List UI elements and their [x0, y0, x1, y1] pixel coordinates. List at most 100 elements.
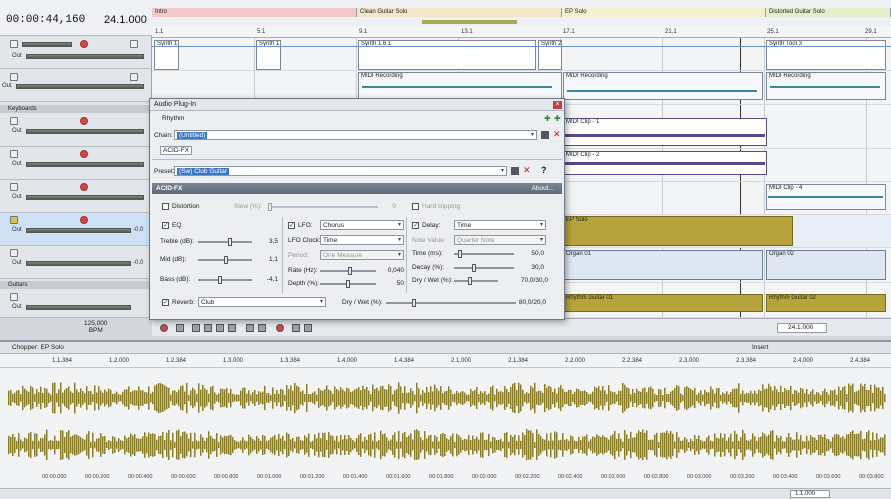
clip-audio-rhythm[interactable]: Rhythm Guitar 01 [563, 294, 763, 312]
record-arm-button[interactable] [80, 150, 88, 158]
clip-synth[interactable]: Synth 1.6.1 [358, 40, 536, 70]
lfo-select[interactable]: Chorus [320, 220, 404, 230]
group-keyboards[interactable]: Keyboards [0, 105, 150, 113]
marker-clean-guitar-solo[interactable]: Clean Guitar Solo [357, 8, 562, 17]
rate-slider[interactable] [320, 267, 376, 275]
record-arm-button[interactable] [80, 40, 88, 48]
tool-button[interactable] [304, 324, 312, 332]
chain-select[interactable]: (Untitled) [174, 130, 537, 140]
play-button[interactable] [204, 324, 212, 332]
timeline-ruler[interactable]: 1.1 5.1 9.1 13.1 17.1 21.1 25.1 29.1 [152, 26, 891, 38]
chopper-ruler[interactable]: 1.1.384 1.2.000 1.2.384 1.3.000 1.3.384 1.4.0… [0, 354, 891, 368]
record-button[interactable] [160, 324, 168, 332]
record-arm-button[interactable] [80, 216, 88, 224]
pan-fader[interactable] [26, 261, 131, 266]
reverb-select[interactable]: Club [198, 297, 326, 307]
marker-ep-solo[interactable]: EP Solo [562, 8, 766, 17]
period-select[interactable]: One Measure [320, 250, 404, 260]
depth-label: Depth (%): [288, 280, 320, 287]
note-value-select[interactable]: Quarter Note [454, 235, 546, 245]
clip-audio-rhythm[interactable]: Rhythm Guitar 02 [766, 294, 886, 312]
treble-slider[interactable] [198, 238, 252, 246]
about-button[interactable]: About... [532, 183, 554, 194]
pan-fader[interactable] [26, 54, 144, 59]
delay-select[interactable]: Time [454, 220, 546, 230]
marker-intro[interactable]: Intro [152, 8, 357, 17]
audio-plugin-dialog[interactable]: Audio Plug-In × Rhythm ✚ ✚ Chain: (Untit… [149, 98, 565, 320]
reverb-drywet-label: Dry / Wet (%): [342, 299, 383, 306]
clip-synth[interactable]: Synth 2 [538, 40, 562, 70]
track-header[interactable]: Out [0, 290, 150, 318]
track-header[interactable]: Out [0, 180, 150, 213]
lfo-clock-select[interactable]: Time [320, 235, 404, 245]
pause-button[interactable] [216, 324, 224, 332]
snap-button[interactable] [292, 324, 300, 332]
remove-chain-icon[interactable]: ✕ [553, 129, 561, 140]
track-header[interactable]: Out [0, 147, 150, 180]
track-header[interactable]: Out [0, 69, 150, 102]
play-from-start-button[interactable] [192, 324, 200, 332]
reverb-checkbox[interactable] [162, 298, 169, 306]
lfo-checkbox[interactable] [288, 221, 295, 229]
delay-drywet-slider[interactable] [454, 277, 498, 285]
tab-acid-fx[interactable]: ACID-FX [160, 146, 192, 155]
clip-audio-organ[interactable]: Organ 02 [766, 250, 886, 280]
pan-fader[interactable] [26, 305, 131, 310]
volume-fader[interactable] [22, 42, 72, 47]
clip-audio-ep-solo[interactable]: EP Solo [563, 216, 793, 246]
chain-icon[interactable]: ✚ [554, 114, 561, 123]
arm-button[interactable] [276, 324, 284, 332]
stop-button[interactable] [228, 324, 236, 332]
mute-button[interactable] [130, 40, 138, 48]
track-header-panel: Out Out Keyboards Out Out Out Out -0.0 O… [0, 36, 152, 318]
add-plugin-icon[interactable]: ✚ [544, 114, 551, 123]
track-header[interactable]: Out [0, 114, 150, 147]
record-arm-button[interactable] [80, 183, 88, 191]
help-icon[interactable]: ? [541, 165, 547, 175]
clip-midi[interactable]: MIDI Clip - 1 [563, 118, 767, 146]
mid-slider[interactable] [198, 256, 252, 264]
preset-select[interactable]: (Sw) Club Guitar [174, 166, 507, 176]
close-icon[interactable]: × [553, 101, 562, 109]
track-header-selected[interactable]: Out -0.0 [0, 213, 150, 246]
record-arm-button[interactable] [80, 117, 88, 125]
time-slider[interactable] [454, 250, 514, 258]
depth-slider[interactable] [320, 280, 376, 288]
bass-slider[interactable] [198, 276, 252, 284]
group-guitars[interactable]: Guitars [0, 281, 150, 289]
eq-checkbox[interactable] [162, 221, 169, 229]
loop-region[interactable] [422, 20, 517, 24]
decay-slider[interactable] [454, 264, 514, 272]
pan-fader[interactable] [26, 195, 144, 200]
delay-checkbox[interactable] [412, 221, 419, 229]
clip-midi[interactable]: MIDI Recording [563, 72, 763, 100]
pan-fader[interactable] [26, 228, 131, 233]
track-header[interactable]: Out -0.0 [0, 246, 150, 279]
pan-fader[interactable] [16, 84, 144, 89]
chopper-window: Chopper: EP Solo Insert 1.1.384 1.2.000 1.… [0, 340, 891, 499]
go-to-end-button[interactable] [258, 324, 266, 332]
save-chain-icon[interactable] [541, 131, 549, 139]
hard-clipping-checkbox[interactable] [412, 203, 419, 210]
clip-audio-organ[interactable]: Organ 01 [563, 250, 763, 280]
mute-button[interactable] [130, 73, 138, 81]
save-preset-icon[interactable] [511, 167, 519, 175]
go-to-start-button[interactable] [246, 324, 254, 332]
delete-preset-icon[interactable]: ✕ [523, 165, 531, 176]
clip-synth[interactable]: Synth 1.0 [154, 40, 179, 70]
slew-slider[interactable] [268, 203, 378, 211]
insert-button[interactable]: Insert [752, 342, 768, 354]
pan-fader[interactable] [26, 129, 144, 134]
chopper-waveform[interactable] [0, 370, 891, 460]
track-header[interactable]: Out [0, 36, 150, 69]
out-label: Out [12, 128, 22, 134]
distortion-checkbox[interactable] [162, 203, 169, 210]
pan-fader[interactable] [26, 162, 144, 167]
marker-distorted-guitar-solo[interactable]: Distorted Guitar Solo [766, 8, 891, 17]
clip-synth[interactable]: Synth 1.0 [256, 40, 281, 70]
clip-synth[interactable]: Synth Tool 3 [766, 40, 886, 70]
dialog-title[interactable]: Audio Plug-In [150, 99, 564, 111]
loop-button[interactable] [176, 324, 184, 332]
tempo-display[interactable]: 125,000 BPM [84, 320, 108, 334]
reverb-drywet-slider[interactable] [386, 299, 516, 307]
